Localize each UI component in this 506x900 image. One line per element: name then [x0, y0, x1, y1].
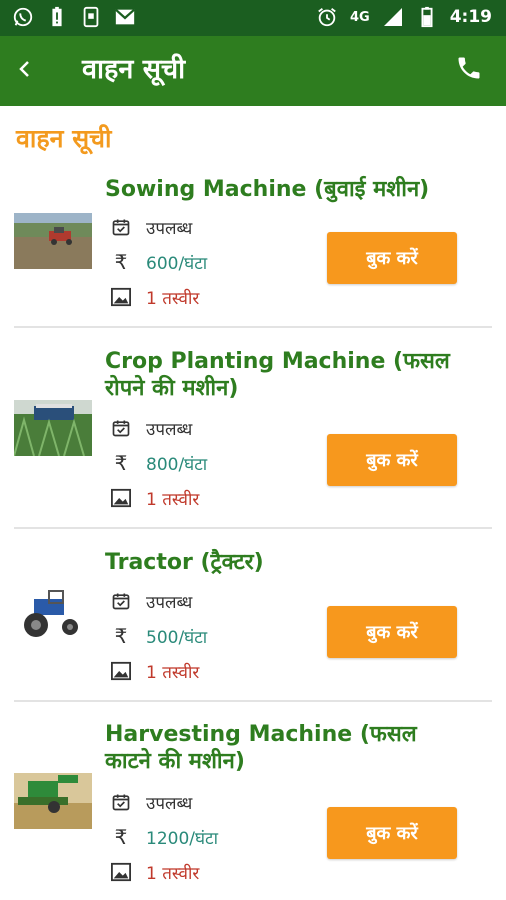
- calendar-check-icon: [110, 590, 132, 612]
- rupee-icon: ₹: [114, 624, 128, 648]
- vehicle-name: Sowing Machine (बुवाई मशीन): [105, 177, 430, 202]
- price-text: 800/घंटा: [146, 454, 208, 475]
- back-arrow-icon: [16, 58, 34, 84]
- divider: [14, 326, 492, 328]
- availability-status: उपलब्ध: [146, 218, 193, 239]
- vehicle-name: Tractor (ट्रैक्टर): [105, 550, 264, 575]
- availability-row: उपलब्ध: [110, 413, 192, 443]
- clock-time: 4:19: [449, 7, 492, 27]
- vehicle-photo[interactable]: [14, 213, 92, 269]
- battery-alert-icon: [46, 6, 68, 28]
- price-row: ₹ 800/घंटा: [110, 448, 208, 478]
- divider: [14, 527, 492, 529]
- whatsapp-icon: [12, 6, 34, 28]
- back-button[interactable]: [8, 54, 42, 88]
- image-icon: [110, 861, 132, 883]
- availability-row: उपलब्ध: [110, 212, 192, 242]
- vehicle-name: Crop Planting Machine (फसल रोपने की मशीन…: [105, 349, 450, 401]
- photo-count[interactable]: 1 तस्वीर: [146, 487, 199, 510]
- notification-icons: [12, 6, 136, 28]
- price-text: 500/घंटा: [146, 627, 208, 648]
- photos-row: 1 तस्वीर: [110, 282, 199, 312]
- signal-icon: [382, 6, 404, 28]
- price-row: ₹ 1200/घंटा: [110, 822, 218, 852]
- photos-row: 1 तस्वीर: [110, 656, 199, 686]
- rupee-icon: ₹: [114, 250, 128, 274]
- vehicle-photo[interactable]: [14, 585, 92, 641]
- book-button[interactable]: बुक करें: [327, 606, 457, 658]
- availability-row: उपलब्ध: [110, 787, 192, 817]
- image-icon: [110, 660, 132, 682]
- price-text: 600/घंटा: [146, 253, 208, 274]
- book-button[interactable]: बुक करें: [327, 434, 457, 486]
- divider: [14, 700, 492, 702]
- system-icons: 4G 4:19: [316, 6, 492, 28]
- vehicle-photo[interactable]: [14, 773, 92, 829]
- battery-icon: [416, 6, 438, 28]
- image-icon: [110, 286, 132, 308]
- vehicle-photo[interactable]: [14, 400, 92, 456]
- call-button[interactable]: [452, 53, 486, 87]
- app-bar: वाहन सूची: [0, 36, 506, 106]
- calendar-check-icon: [110, 417, 132, 439]
- calendar-check-icon: [110, 791, 132, 813]
- price-row: ₹ 600/घंटा: [110, 247, 208, 277]
- availability-status: उपलब्ध: [146, 419, 193, 440]
- availability-status: उपलब्ध: [146, 793, 193, 814]
- network-type: 4G: [349, 9, 370, 25]
- price-text: 1200/घंटा: [146, 828, 219, 849]
- status-bar: 4G 4:19: [0, 0, 506, 36]
- photo-count[interactable]: 1 तस्वीर: [146, 861, 199, 884]
- image-icon: [110, 487, 132, 509]
- section-title: वाहन सूची: [16, 124, 112, 153]
- rupee-icon: ₹: [114, 451, 128, 475]
- price-row: ₹ 500/घंटा: [110, 621, 208, 651]
- photo-count[interactable]: 1 तस्वीर: [146, 660, 199, 683]
- photos-row: 1 तस्वीर: [110, 483, 199, 513]
- availability-row: उपलब्ध: [110, 586, 192, 616]
- alarm-icon: [316, 6, 338, 28]
- rupee-icon: ₹: [114, 825, 128, 849]
- calendar-check-icon: [110, 216, 132, 238]
- availability-status: उपलब्ध: [146, 592, 193, 613]
- photos-row: 1 तस्वीर: [110, 857, 199, 887]
- book-button[interactable]: बुक करें: [327, 807, 457, 859]
- phone-notification-icon: [80, 6, 102, 28]
- gmail-icon: [114, 6, 136, 28]
- book-button[interactable]: बुक करें: [327, 232, 457, 284]
- vehicle-name: Harvesting Machine (फसल काटने की मशीन): [105, 722, 417, 774]
- phone-icon: [455, 54, 483, 86]
- page-title: वाहन सूची: [82, 54, 186, 85]
- photo-count[interactable]: 1 तस्वीर: [146, 286, 199, 309]
